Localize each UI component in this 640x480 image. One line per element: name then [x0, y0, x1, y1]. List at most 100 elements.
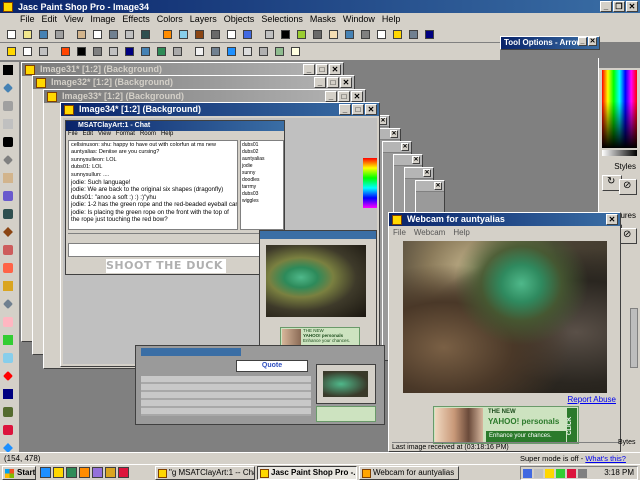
undo-button[interactable]	[122, 27, 136, 41]
airbrush-button[interactable]	[1, 351, 15, 365]
volume-icon[interactable]	[534, 469, 543, 478]
task-button[interactable]: Webcam for auntyalias	[359, 466, 459, 480]
tool-options-button[interactable]	[326, 27, 340, 41]
color-spectrum[interactable]	[602, 70, 637, 148]
close-button[interactable]: ✕	[626, 1, 638, 12]
effect-button-8[interactable]	[122, 44, 136, 58]
webcam-menu-webcam[interactable]: Webcam	[414, 228, 445, 237]
effect-button-1[interactable]	[4, 44, 18, 58]
menu-colors[interactable]: Colors	[157, 13, 183, 26]
webcam-close-button[interactable]: ✕	[606, 214, 618, 225]
paste-button[interactable]	[106, 27, 120, 41]
tool-options-palette[interactable]: Tool Options - Arrow _ ✕	[500, 36, 600, 50]
effect-button-14[interactable]	[224, 44, 238, 58]
picture-tube-button[interactable]	[1, 333, 15, 347]
menu-image[interactable]: Image	[90, 13, 115, 26]
clock-sync-icon[interactable]	[567, 469, 576, 478]
desktop-icon[interactable]	[66, 467, 77, 478]
arrow-tool-button[interactable]	[1, 63, 15, 77]
tool-options-minimize-button[interactable]: _	[578, 37, 587, 46]
paint-icon[interactable]	[118, 467, 129, 478]
freehand-tool-button[interactable]	[1, 171, 15, 185]
cut-button[interactable]	[74, 27, 88, 41]
printer-icon[interactable]	[578, 469, 587, 478]
menu-window[interactable]: Window	[343, 13, 375, 26]
image31-maximize-button[interactable]: □	[316, 64, 328, 75]
histogram-button[interactable]	[294, 27, 308, 41]
palette-button[interactable]	[342, 27, 356, 41]
palette-scrollbar[interactable]	[630, 308, 638, 368]
effect-button-13[interactable]	[208, 44, 222, 58]
ad-click-button[interactable]: CLICK	[567, 408, 577, 443]
retouch-button[interactable]	[1, 279, 15, 293]
media-icon[interactable]	[79, 467, 90, 478]
image31-minimize-button[interactable]: _	[303, 64, 315, 75]
menu-help[interactable]: Help	[382, 13, 401, 26]
image33-minimize-button[interactable]: _	[325, 91, 337, 102]
image32-minimize-button[interactable]: _	[314, 77, 326, 88]
menu-layers[interactable]: Layers	[190, 13, 217, 26]
crop-button[interactable]	[192, 27, 206, 41]
image34-canvas[interactable]: MSATClayArt:1 - Chat File Edit View Format R…	[63, 118, 377, 364]
paintbrush-button[interactable]	[1, 225, 15, 239]
browse-button[interactable]	[160, 27, 174, 41]
minimize-button[interactable]: _	[600, 1, 612, 12]
screen-button[interactable]	[176, 27, 190, 41]
effect-button-7[interactable]	[106, 44, 120, 58]
fullscreen-button[interactable]	[262, 27, 276, 41]
antivirus-icon[interactable]	[556, 469, 565, 478]
effect-button-12[interactable]	[192, 44, 206, 58]
effect-button-9[interactable]	[138, 44, 152, 58]
webcam-window[interactable]: Webcam for auntyalias ✕ File Webcam Help R…	[388, 212, 621, 452]
image33-close-button[interactable]: ✕	[351, 91, 363, 102]
menu-edit[interactable]: Edit	[42, 13, 58, 26]
effect-button-2[interactable]	[20, 44, 34, 58]
tool-options-close-button[interactable]: ✕	[588, 37, 597, 46]
menu-masks[interactable]: Masks	[310, 13, 336, 26]
text-tool-button[interactable]	[1, 387, 15, 401]
context-help-button[interactable]	[390, 27, 404, 41]
overview-button[interactable]	[310, 27, 324, 41]
color-replacer-button[interactable]	[1, 261, 15, 275]
save-button[interactable]	[36, 27, 50, 41]
menu-file[interactable]: File	[20, 13, 35, 26]
deform-tool-button[interactable]	[1, 99, 15, 113]
normal-view-button[interactable]	[240, 27, 254, 41]
effect-button-15[interactable]	[240, 44, 254, 58]
image31-close-button[interactable]: ✕	[329, 64, 341, 75]
crop-tool-button[interactable]	[1, 117, 15, 131]
effect-button-3[interactable]	[36, 44, 50, 58]
eraser-button[interactable]	[1, 315, 15, 329]
gray-ramp[interactable]	[602, 150, 637, 156]
start-button[interactable]: Start	[2, 466, 36, 480]
menu-view[interactable]: View	[64, 13, 83, 26]
task-button[interactable]: "g MSATClayArt:1 -- Chat	[155, 466, 255, 480]
draw-tool-button[interactable]	[1, 405, 15, 419]
webcam-menu-file[interactable]: File	[393, 228, 406, 237]
image34-close-button[interactable]: ✕	[365, 104, 377, 115]
foreground-style-swatch[interactable]: ↻ ⊘	[602, 175, 637, 205]
zoom-tool-button[interactable]	[1, 81, 15, 95]
menu-objects[interactable]: Objects	[224, 13, 255, 26]
print-button[interactable]	[52, 27, 66, 41]
effect-button-10[interactable]	[154, 44, 168, 58]
effect-button-6[interactable]	[90, 44, 104, 58]
messenger-tray-icon[interactable]	[545, 469, 554, 478]
resize-button[interactable]	[208, 27, 222, 41]
magic-wand-button[interactable]	[1, 189, 15, 203]
open-button[interactable]	[20, 27, 34, 41]
new-button[interactable]	[4, 27, 18, 41]
effect-button-17[interactable]	[272, 44, 286, 58]
image33-maximize-button[interactable]: □	[338, 91, 350, 102]
effect-button-4[interactable]	[58, 44, 72, 58]
report-abuse-link[interactable]: Report Abuse	[568, 395, 616, 404]
image32-maximize-button[interactable]: □	[327, 77, 339, 88]
restore-button[interactable]: ❐	[613, 1, 625, 12]
layers-button[interactable]	[278, 27, 292, 41]
flood-fill-button[interactable]	[1, 369, 15, 383]
script-button[interactable]	[358, 27, 372, 41]
ruler-button[interactable]	[422, 27, 436, 41]
preset-shapes-button[interactable]	[1, 423, 15, 437]
yahoo-personals-ad[interactable]: THE NEW YAHOO! personals Enhance your ch…	[433, 406, 579, 444]
selection-tool-button[interactable]	[1, 153, 15, 167]
